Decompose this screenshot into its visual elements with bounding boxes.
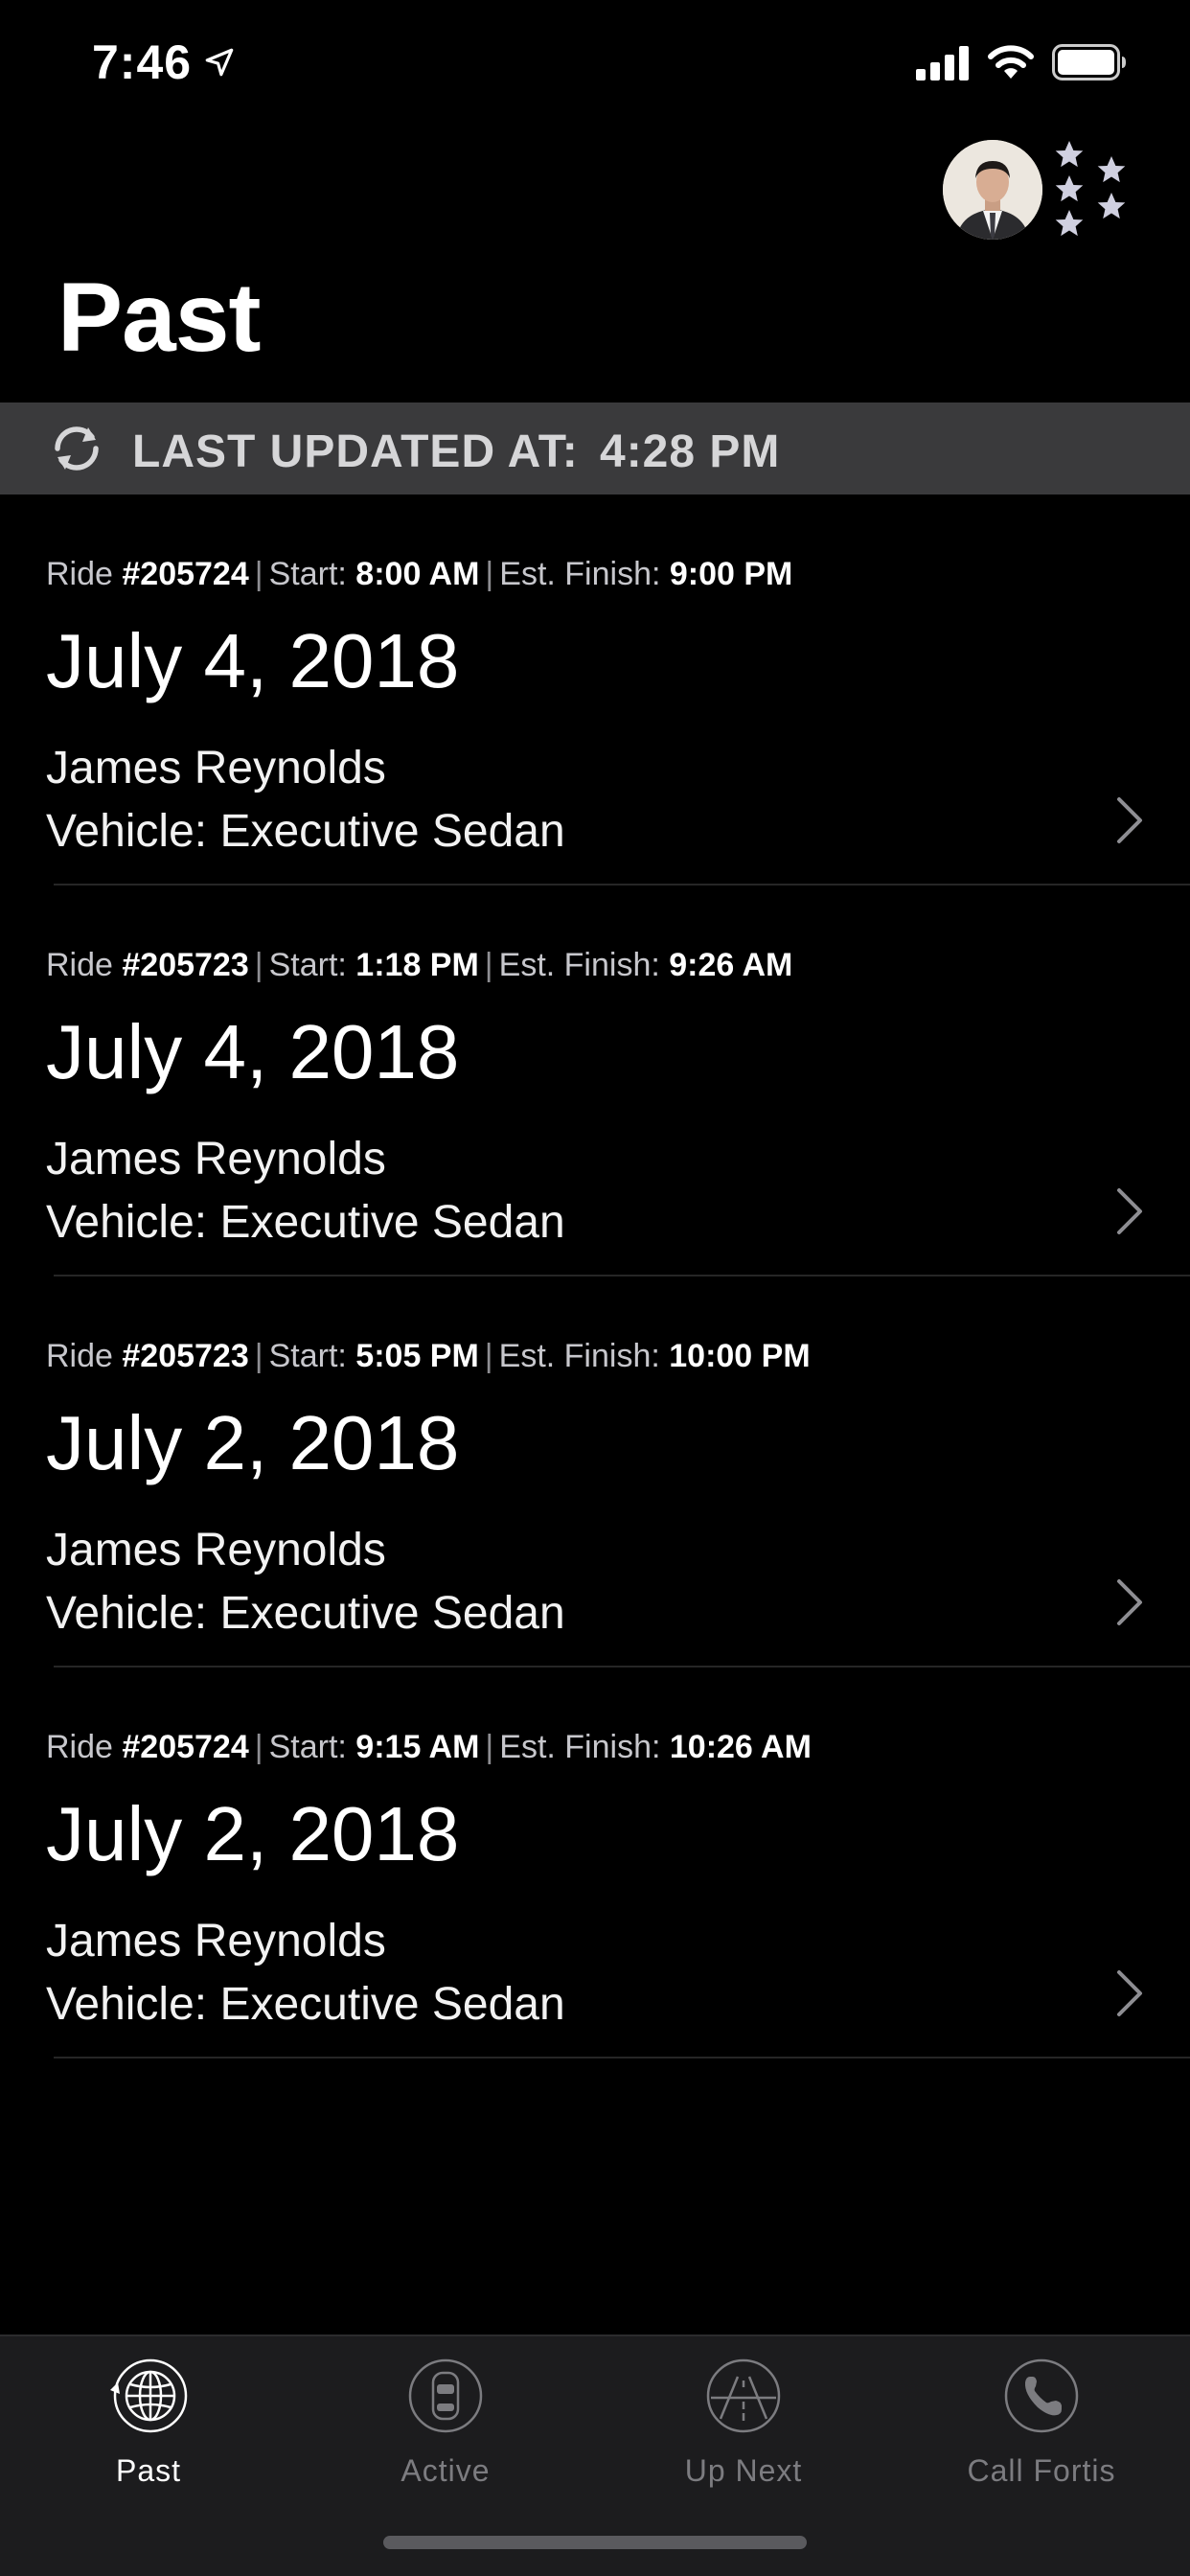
ride-driver-name: James Reynolds: [46, 1525, 386, 1576]
last-updated-time: 4:28 PM: [600, 426, 781, 477]
ride-vehicle: Vehicle: Executive Sedan: [46, 1979, 565, 2030]
tab-label: Past: [115, 2453, 182, 2488]
rating-stars-icon: [1055, 141, 1126, 237]
ride-list-item[interactable]: Ride #205723 | Start: 1:18 PM | Est. Finish:…: [0, 886, 1190, 1276]
driver-avatar[interactable]: [943, 140, 1042, 240]
ride-meta: Ride #205723 | Start: 5:05 PM | Est. Finish:…: [46, 1338, 811, 1374]
ride-finish-time: 9:00 PM: [669, 556, 793, 592]
ride-driver-name: James Reynolds: [46, 1916, 386, 1966]
chevron-right-icon: [1117, 1970, 1142, 2016]
cellular-signal-icon: [916, 46, 969, 80]
phone-icon: [1004, 2358, 1079, 2433]
tab-past[interactable]: Past: [0, 2336, 297, 2509]
ride-start-time: 1:18 PM: [355, 947, 479, 983]
ride-meta: Ride #205723 | Start: 1:18 PM | Est. Finish:…: [46, 947, 793, 983]
ride-finish-time: 9:26 AM: [669, 947, 793, 983]
ride-number: #205723: [122, 947, 249, 983]
ride-finish-time: 10:26 AM: [669, 1729, 812, 1765]
ride-driver-name: James Reynolds: [46, 743, 386, 794]
ride-start-time: 5:05 PM: [355, 1338, 479, 1374]
refresh-icon[interactable]: [46, 424, 107, 473]
ride-vehicle: Vehicle: Executive Sedan: [46, 1588, 565, 1639]
chevron-right-icon: [1117, 1188, 1142, 1234]
ride-number: #205724: [122, 556, 249, 592]
ride-start-time: 9:15 AM: [355, 1729, 480, 1765]
road-icon: [706, 2358, 781, 2433]
ride-vehicle: Vehicle: Executive Sedan: [46, 806, 565, 857]
tab-label: Up Next: [684, 2453, 803, 2488]
home-indicator[interactable]: [383, 2536, 807, 2549]
globe-icon: [110, 2358, 188, 2433]
ride-meta: Ride #205724 | Start: 9:15 AM | Est. Finish:…: [46, 1729, 812, 1765]
page-title: Past: [57, 263, 261, 372]
tab-up-next[interactable]: Up Next: [595, 2336, 892, 2509]
tab-label: Call Fortis: [967, 2453, 1116, 2488]
screen: 7:46 Past LAST UPDATED AT: 4:28 PM Ride …: [0, 0, 1190, 2576]
ride-number: #205724: [122, 1729, 249, 1765]
status-bar: 7:46: [0, 0, 1190, 126]
ride-date: July 4, 2018: [46, 618, 460, 703]
wifi-icon: [988, 45, 1034, 79]
ride-start-time: 8:00 AM: [355, 556, 480, 592]
divider: [54, 2057, 1190, 2058]
ride-vehicle: Vehicle: Executive Sedan: [46, 1197, 565, 1248]
ride-list-item[interactable]: Ride #205724 | Start: 9:15 AM | Est. Finish:…: [0, 1668, 1190, 2058]
ride-finish-time: 10:00 PM: [669, 1338, 811, 1374]
chevron-right-icon: [1117, 797, 1142, 843]
status-time: 7:46: [92, 35, 193, 89]
tab-label: Active: [400, 2453, 491, 2488]
ride-date: July 2, 2018: [46, 1791, 460, 1876]
ride-date: July 2, 2018: [46, 1400, 460, 1485]
ride-list-item[interactable]: Ride #205723 | Start: 5:05 PM | Est. Finish:…: [0, 1276, 1190, 1668]
ride-list-item[interactable]: Ride #205724 | Start: 8:00 AM | Est. Finish:…: [0, 494, 1190, 886]
last-updated-label: LAST UPDATED AT:: [132, 426, 593, 477]
last-updated-banner[interactable]: LAST UPDATED AT: 4:28 PM: [0, 402, 1190, 494]
avatar-photo: [943, 140, 1042, 240]
tab-active[interactable]: Active: [297, 2336, 594, 2509]
tab-call-fortis[interactable]: Call Fortis: [893, 2336, 1190, 2509]
ride-number: #205723: [122, 1338, 249, 1374]
ride-driver-name: James Reynolds: [46, 1134, 386, 1184]
location-arrow-icon: [205, 48, 234, 77]
chevron-right-icon: [1117, 1579, 1142, 1625]
ride-meta: Ride #205724 | Start: 8:00 AM | Est. Finish:…: [46, 556, 793, 592]
ride-date: July 4, 2018: [46, 1009, 460, 1094]
car-icon: [408, 2358, 483, 2433]
battery-icon: [1052, 44, 1126, 80]
